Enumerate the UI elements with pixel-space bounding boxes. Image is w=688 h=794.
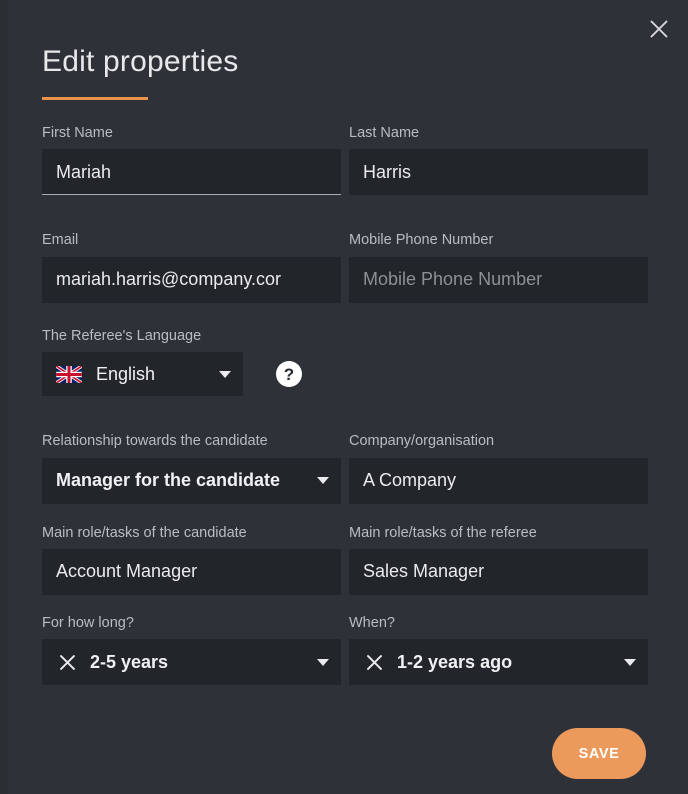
clear-x-icon[interactable] [56,651,78,673]
company-label: Company/organisation [349,433,495,450]
mobile-phone-placeholder: Mobile Phone Number [363,269,543,290]
language-value: English [96,363,156,384]
company-value: A Company [363,470,457,491]
field-email: Email mariah.harris@company.cor [42,232,341,303]
field-when: When? 1-2 years ago [349,614,648,686]
left-edge-strip [0,0,8,794]
candidate-role-input[interactable]: Account Manager [42,548,341,595]
timeframe-row: For how long? 2-5 years When? 1-2 years … [42,614,648,686]
field-company: Company/organisation A Company [349,433,648,504]
chevron-down-icon [317,477,329,485]
field-duration: For how long? 2-5 years [42,614,341,686]
first-name-input[interactable]: Mariah [42,149,341,196]
chevron-down-icon [624,658,636,666]
candidate-role-value: Account Manager [56,561,198,582]
field-candidate-role: Main role/tasks of the candidate Account… [42,525,341,595]
relationship-row: Relationship towards the candidate Manag… [42,433,648,504]
dialog-content: Edit properties First Name Mariah Last N… [42,0,648,686]
when-value: 1-2 years ago [397,651,513,672]
language-row: The Referee's Language English ? [42,327,648,397]
relationship-label: Relationship towards the candidate [42,433,268,450]
referee-role-input[interactable]: Sales Manager [349,548,648,595]
field-last-name: Last Name Harris [349,125,648,196]
language-line: English ? [42,352,648,397]
edit-properties-dialog: Edit properties First Name Mariah Last N… [0,0,688,794]
referee-role-label: Main role/tasks of the referee [349,524,537,541]
duration-select[interactable]: 2-5 years [42,639,341,686]
first-name-value: Mariah [56,161,112,182]
mobile-phone-input[interactable]: Mobile Phone Number [349,256,648,303]
chevron-down-icon [317,658,329,666]
dialog-footer: SAVE [42,728,646,779]
contact-row: Email mariah.harris@company.cor Mobile P… [42,232,648,303]
referee-role-value: Sales Manager [363,561,485,582]
field-first-name: First Name Mariah [42,125,341,196]
field-mobile-phone: Mobile Phone Number Mobile Phone Number [349,232,648,303]
email-input[interactable]: mariah.harris@company.cor [42,256,341,303]
last-name-label: Last Name [349,125,420,141]
mobile-phone-label: Mobile Phone Number [349,232,494,249]
candidate-role-label: Main role/tasks of the candidate [42,524,247,541]
save-button[interactable]: SAVE [552,728,646,779]
company-input[interactable]: A Company [349,457,648,504]
chevron-down-icon [219,370,231,378]
relationship-value: Manager for the candidate [56,470,281,491]
first-name-label: First Name [42,125,113,141]
last-name-input[interactable]: Harris [349,149,648,196]
language-select[interactable]: English [42,352,243,397]
roles-row: Main role/tasks of the candidate Account… [42,525,648,595]
clear-x-icon[interactable] [363,651,385,673]
language-label: The Referee's Language [42,327,202,344]
last-name-value: Harris [363,161,411,182]
when-select[interactable]: 1-2 years ago [349,639,648,686]
name-row: First Name Mariah Last Name Harris [42,125,648,196]
when-label: When? [349,614,395,631]
field-referee-role: Main role/tasks of the referee Sales Man… [349,525,648,595]
duration-label: For how long? [42,614,134,631]
field-relationship: Relationship towards the candidate Manag… [42,433,341,504]
page-title: Edit properties [42,45,239,78]
uk-flag-icon [56,365,82,383]
email-value: mariah.harris@company.cor [56,269,282,290]
help-question-icon[interactable]: ? [276,361,302,388]
duration-value: 2-5 years [90,651,169,672]
title-accent-rule [42,97,148,100]
relationship-select[interactable]: Manager for the candidate [42,457,341,504]
email-label: Email [42,232,79,249]
